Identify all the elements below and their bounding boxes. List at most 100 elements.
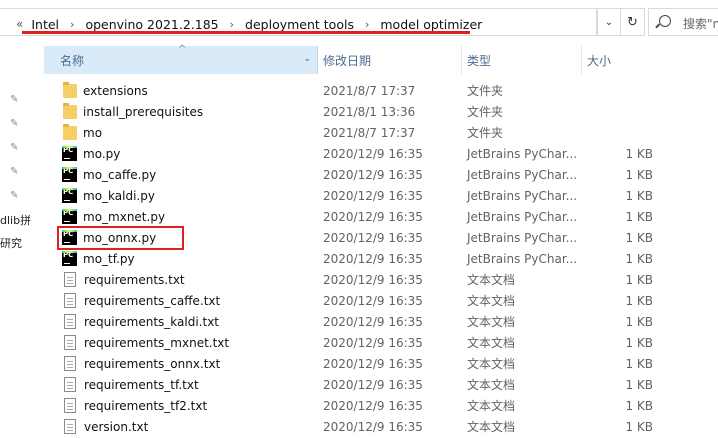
file-name-cell[interactable]: PC mo_tf.py	[62, 251, 135, 266]
annotation-underline	[22, 31, 470, 34]
file-date: 2020/12/9 16:35	[323, 356, 423, 371]
file-date: 2020/12/9 16:35	[323, 272, 423, 287]
file-row[interactable]: requirements_tf2.txt 2020/12/9 16:35 文本文档 1…	[44, 395, 718, 416]
file-row[interactable]: requirements_kaldi.txt 2020/12/9 16:35 文本文…	[44, 311, 718, 332]
breadcrumb-model-optimizer[interactable]: model optimizer	[380, 17, 482, 32]
search-input[interactable]: 搜索"n	[648, 8, 718, 36]
pycharm-file-icon: PC	[62, 209, 77, 224]
file-name-cell[interactable]: install_prerequisites	[62, 102, 204, 120]
column-header: ^ 名称 ⌄ 修改日期 类型 大小	[44, 44, 718, 74]
file-name: requirements_kaldi.txt	[84, 314, 219, 329]
file-name: requirements_mxnet.txt	[84, 335, 230, 350]
pin-icon[interactable]: ✎	[10, 142, 20, 154]
file-size: 1 KB	[625, 251, 653, 266]
file-row[interactable]: PC mo_caffe.py 2020/12/9 16:35 JetBrains Py…	[44, 164, 718, 185]
file-row[interactable]: PC mo.py 2020/12/9 16:35 JetBrains PyChar..…	[44, 143, 718, 164]
file-type: 文本文档	[467, 336, 516, 350]
file-name: requirements.txt	[84, 272, 185, 287]
pycharm-file-icon: PC	[62, 167, 77, 182]
file-date: 2020/12/9 16:35	[323, 188, 423, 203]
file-row[interactable]: requirements.txt 2020/12/9 16:35 文本文档 1 KB	[44, 269, 718, 290]
pin-icon[interactable]: ✎	[10, 190, 20, 202]
file-row[interactable]: extensions 2021/8/7 17:37 文件夹	[44, 80, 718, 101]
file-name-cell[interactable]: requirements_tf.txt	[62, 377, 199, 392]
file-row[interactable]: requirements_onnx.txt 2020/12/9 16:35 文本文档…	[44, 353, 718, 374]
file-row[interactable]: mo 2021/8/7 17:37 文件夹	[44, 122, 718, 143]
file-type: 文本文档	[467, 420, 516, 434]
file-row[interactable]: install_prerequisites 2021/8/1 13:36 文件夹	[44, 101, 718, 122]
file-type: JetBrains PyChar...	[467, 188, 578, 203]
column-size[interactable]: 大小	[582, 46, 718, 74]
file-name: mo.py	[83, 146, 121, 161]
text-file-icon	[64, 335, 76, 350]
file-name-cell[interactable]: requirements_kaldi.txt	[62, 314, 219, 329]
file-type: JetBrains PyChar...	[467, 167, 578, 182]
column-name[interactable]: ^ 名称 ⌄	[44, 44, 318, 74]
file-date: 2020/12/9 16:35	[323, 209, 423, 224]
file-type: 文本文档	[467, 273, 516, 287]
column-name-label: 名称	[60, 53, 85, 68]
file-date: 2021/8/7 17:37	[323, 125, 416, 140]
file-size: 1 KB	[625, 293, 653, 308]
file-type: JetBrains PyChar...	[467, 230, 578, 245]
file-date: 2020/12/9 16:35	[323, 377, 423, 392]
column-type-label: 类型	[467, 53, 492, 68]
file-name: mo	[83, 125, 103, 140]
file-name-cell[interactable]: extensions	[62, 81, 148, 99]
refresh-icon[interactable]: ↻	[621, 8, 645, 36]
file-name-cell[interactable]: requirements_onnx.txt	[62, 356, 220, 371]
file-date: 2020/12/9 16:35	[323, 314, 423, 329]
file-name-cell[interactable]: PC mo_caffe.py	[62, 167, 156, 182]
text-file-icon	[64, 314, 76, 329]
file-list: extensions 2021/8/7 17:37 文件夹 install_prere…	[44, 80, 718, 437]
file-date: 2020/12/9 16:35	[323, 293, 423, 308]
file-row[interactable]: PC mo_kaldi.py 2020/12/9 16:35 JetBrains Py…	[44, 185, 718, 206]
file-type: JetBrains PyChar...	[467, 251, 578, 266]
file-row[interactable]: PC mo_tf.py 2020/12/9 16:35 JetBrains PyCha…	[44, 248, 718, 269]
chevron-down-icon[interactable]: ⌄	[597, 8, 621, 36]
chevron-right-icon[interactable]: ›	[70, 18, 74, 31]
file-row[interactable]: requirements_caffe.txt 2020/12/9 16:35 文本文…	[44, 290, 718, 311]
file-name-cell[interactable]: requirements_tf2.txt	[62, 398, 207, 413]
chevron-right-icon[interactable]: ›	[365, 18, 369, 31]
file-name: requirements_tf.txt	[84, 377, 199, 392]
file-name-cell[interactable]: mo	[62, 123, 103, 141]
file-type: 文本文档	[467, 294, 516, 308]
chevron-right-icon[interactable]: ›	[230, 18, 234, 31]
file-date: 2021/8/1 13:36	[323, 104, 416, 119]
breadcrumb-openvino[interactable]: openvino 2021.2.185	[85, 17, 218, 32]
file-name-cell[interactable]: version.txt	[62, 419, 148, 434]
file-name: requirements_caffe.txt	[84, 293, 221, 308]
file-row[interactable]: version.txt 2020/12/9 16:35 文本文档 1 KB	[44, 416, 718, 437]
file-row[interactable]: PC mo_mxnet.py 2020/12/9 16:35 JetBrains Py…	[44, 206, 718, 227]
file-name-cell[interactable]: requirements_caffe.txt	[62, 293, 220, 308]
file-name-cell[interactable]: requirements.txt	[62, 272, 185, 287]
file-row[interactable]: requirements_tf.txt 2020/12/9 16:35 文本文档 1 …	[44, 374, 718, 395]
file-date: 2020/12/9 16:35	[323, 251, 423, 266]
nav-item-dlib[interactable]: dlib拼	[0, 212, 31, 228]
breadcrumb-deployment-tools[interactable]: deployment tools	[245, 17, 354, 32]
file-name: requirements_tf2.txt	[84, 398, 208, 413]
column-type[interactable]: 类型	[462, 46, 582, 74]
folder-icon	[63, 102, 77, 119]
file-size: 1 KB	[625, 167, 653, 182]
breadcrumb-overflow[interactable]: «	[16, 17, 23, 31]
pin-icon[interactable]: ✎	[10, 118, 20, 130]
file-row[interactable]: requirements_mxnet.txt 2020/12/9 16:35 文本文…	[44, 332, 718, 353]
pin-icon[interactable]: ✎	[10, 94, 20, 106]
text-file-icon	[64, 293, 76, 308]
file-name-cell[interactable]: PC mo.py	[62, 146, 120, 161]
breadcrumb-intel[interactable]: Intel	[31, 17, 59, 32]
file-name-cell[interactable]: PC mo_mxnet.py	[62, 209, 165, 224]
chevron-down-icon[interactable]: ⌄	[303, 54, 311, 64]
file-name-cell[interactable]: PC mo_kaldi.py	[62, 188, 155, 203]
column-date[interactable]: 修改日期	[318, 46, 462, 74]
file-name-cell[interactable]: requirements_mxnet.txt	[62, 335, 229, 350]
folder-icon	[63, 123, 77, 140]
file-name: mo_mxnet.py	[83, 209, 166, 224]
file-name: version.txt	[84, 419, 149, 434]
file-name: install_prerequisites	[83, 104, 204, 119]
nav-item-research[interactable]: 研究	[0, 235, 22, 251]
file-date: 2020/12/9 16:35	[323, 335, 423, 350]
pin-icon[interactable]: ✎	[10, 166, 20, 178]
